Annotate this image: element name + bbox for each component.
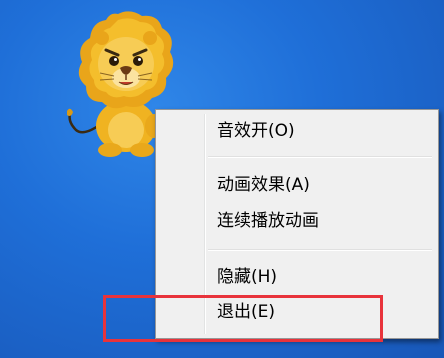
menu-item-label: 隐藏(H) bbox=[217, 267, 278, 287]
menu-item-label: 动画效果(A) bbox=[217, 175, 310, 195]
menu-item-hide[interactable]: 隐藏(H) bbox=[158, 262, 436, 292]
menu-separator bbox=[208, 156, 432, 158]
menu-item-label: 连续播放动画 bbox=[217, 211, 319, 231]
menu-item-sound-on[interactable]: 音效开(O) bbox=[158, 116, 436, 146]
exit-highlight-box bbox=[103, 295, 383, 342]
menu-separator bbox=[208, 249, 432, 251]
menu-item-animation-effect[interactable]: 动画效果(A) bbox=[158, 170, 436, 200]
menu-item-label: 音效开(O) bbox=[217, 121, 295, 141]
menu-item-continuous-play[interactable]: 连续播放动画 bbox=[158, 206, 436, 236]
